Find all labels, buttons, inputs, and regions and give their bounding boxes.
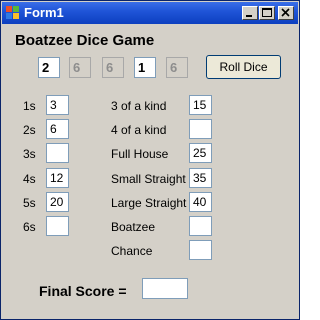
fours-label: 4s <box>23 172 36 186</box>
large-straight-label: Large Straight <box>111 196 187 210</box>
die-2-field: 6 <box>69 57 91 78</box>
twos-label: 2s <box>23 123 36 137</box>
ones-label: 1s <box>23 99 36 113</box>
three-of-a-kind-field[interactable]: 15 <box>189 95 212 115</box>
boatzee-field[interactable] <box>189 216 212 236</box>
title-bar[interactable]: Form1 <box>2 2 298 24</box>
four-of-a-kind-label: 4 of a kind <box>111 123 167 137</box>
window-title: Form1 <box>24 5 64 20</box>
twos-field[interactable]: 6 <box>46 119 69 139</box>
minimize-button[interactable] <box>242 6 258 20</box>
fives-field[interactable]: 20 <box>46 192 69 212</box>
three-of-a-kind-label: 3 of a kind <box>111 99 167 113</box>
die-4-field[interactable]: 1 <box>134 57 156 78</box>
full-house-field[interactable]: 25 <box>189 143 212 163</box>
final-score-label: Final Score = <box>39 283 127 299</box>
app-window: Form1 Boatzee Dice Game 2 6 6 1 6 Roll D… <box>0 0 300 320</box>
maximize-button[interactable] <box>259 6 275 20</box>
die-1-field[interactable]: 2 <box>38 57 60 78</box>
full-house-label: Full House <box>111 147 169 161</box>
close-button[interactable] <box>278 6 294 20</box>
fives-label: 5s <box>23 196 36 210</box>
roll-dice-button[interactable]: Roll Dice <box>206 55 281 79</box>
die-3-field: 6 <box>102 57 124 78</box>
small-straight-label: Small Straight <box>111 172 186 186</box>
chance-field[interactable] <box>189 240 212 260</box>
game-title: Boatzee Dice Game <box>15 32 155 49</box>
sixes-label: 6s <box>23 220 36 234</box>
sixes-field[interactable] <box>46 216 69 236</box>
die-5-field: 6 <box>166 57 188 78</box>
chance-label: Chance <box>111 244 153 258</box>
form-client-area: Boatzee Dice Game 2 6 6 1 6 Roll Dice 1s… <box>2 24 298 318</box>
threes-field[interactable] <box>46 143 69 163</box>
final-score-field[interactable] <box>142 278 188 299</box>
boatzee-label: Boatzee <box>111 220 156 234</box>
small-straight-field[interactable]: 35 <box>189 168 212 188</box>
app-window-icon <box>6 6 20 20</box>
large-straight-field[interactable]: 40 <box>189 192 212 212</box>
ones-field[interactable]: 3 <box>46 95 69 115</box>
four-of-a-kind-field[interactable] <box>189 119 212 139</box>
threes-label: 3s <box>23 147 36 161</box>
fours-field[interactable]: 12 <box>46 168 69 188</box>
